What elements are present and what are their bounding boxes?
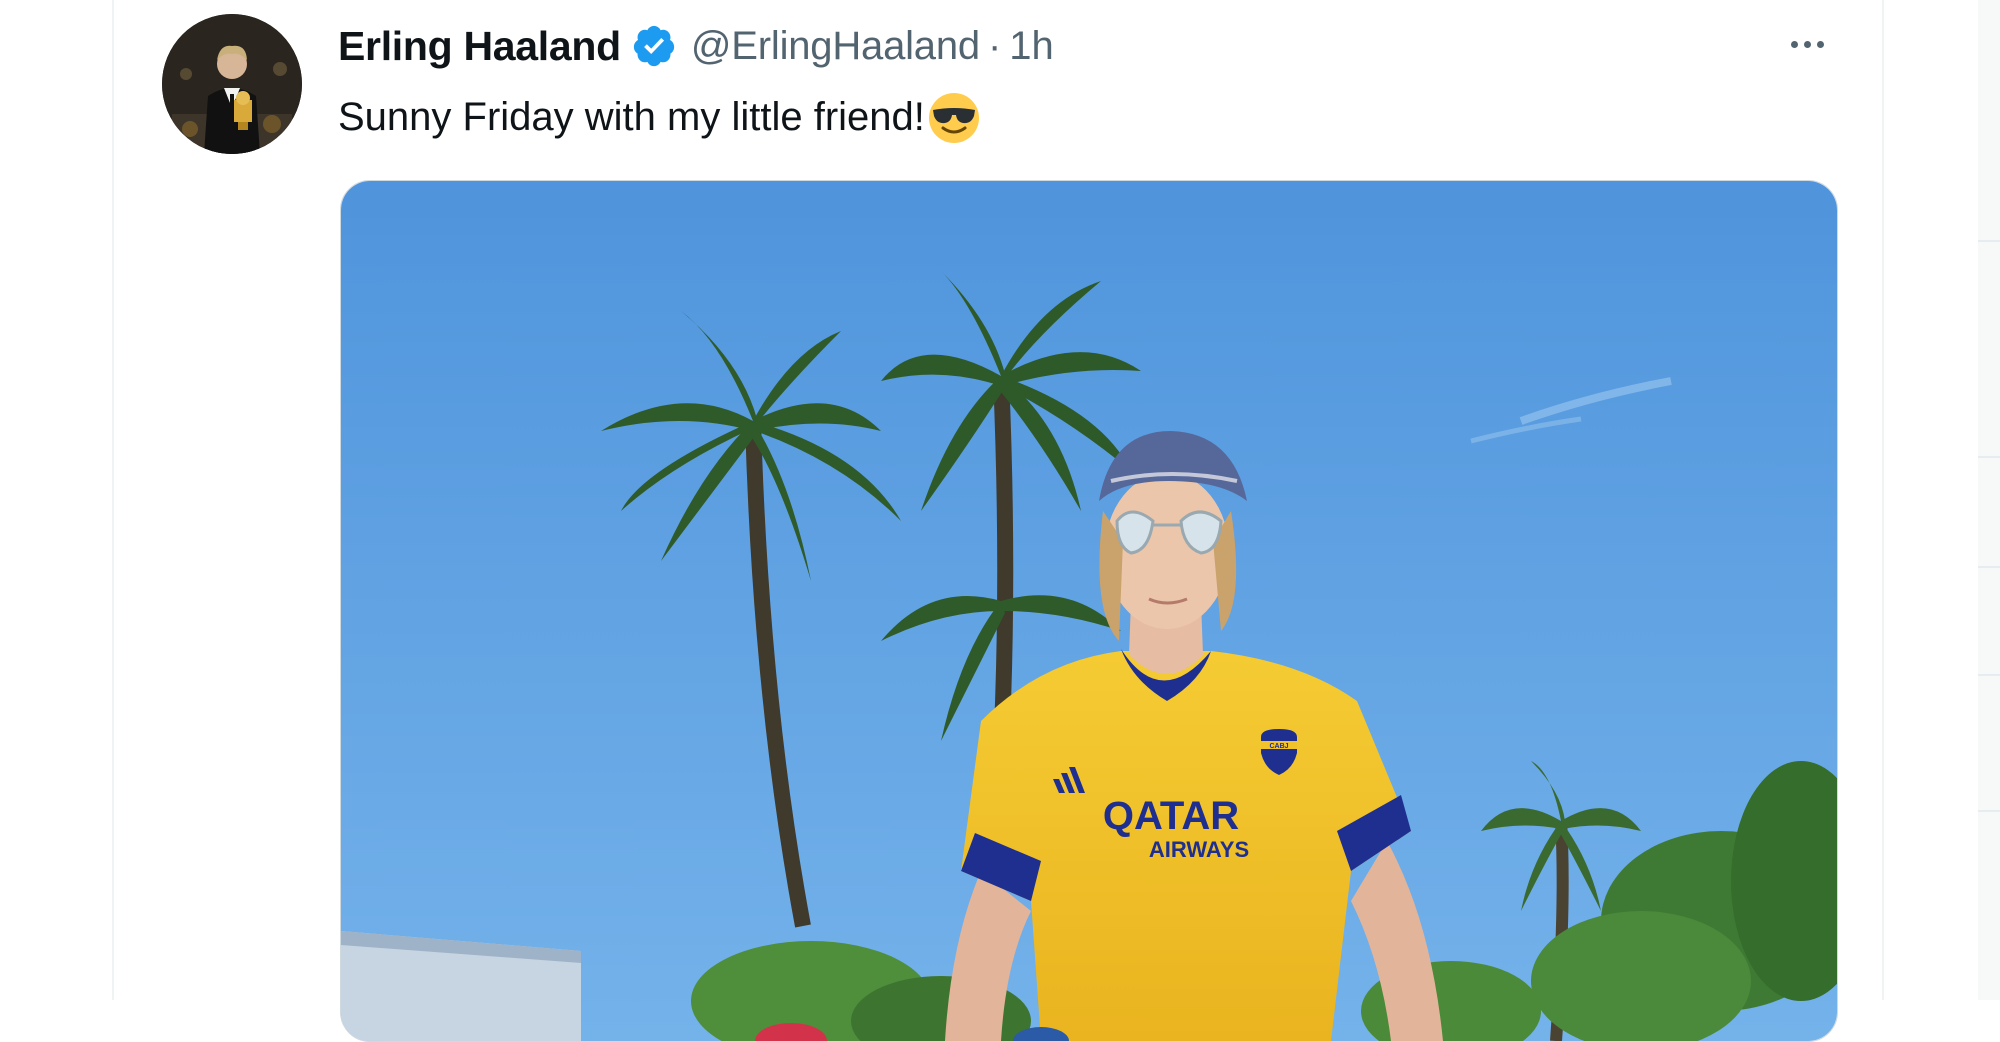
jersey-sponsor-text: QATAR [1103,794,1239,838]
avatar[interactable] [162,14,302,154]
more-options-icon[interactable] [1776,20,1838,68]
tweet[interactable]: Erling Haaland @ErlingHaaland · 1h Sunny… [114,0,1882,1042]
right-column-border [1882,0,1884,1000]
right-sidebar-edge [1978,0,2000,1000]
tweet-photo[interactable]: QATAR AIRWAYS CABJ [340,180,1838,1042]
timestamp[interactable]: 1h [1009,24,1054,69]
tweet-text-container: Sunny Friday with my little friend! [338,90,981,144]
display-name[interactable]: Erling Haaland [338,23,621,70]
verified-badge-icon [631,23,677,69]
avatar-image [162,14,302,154]
user-handle[interactable]: @ErlingHaaland [691,24,980,69]
header-separator: · [987,23,1002,68]
tweet-header: Erling Haaland @ErlingHaaland · 1h [338,18,1054,74]
sunglasses-emoji-icon [927,90,981,144]
tweet-text: Sunny Friday with my little friend! [338,94,925,139]
photo-scene: QATAR AIRWAYS CABJ [341,181,1837,1041]
svg-text:CABJ: CABJ [1269,743,1288,750]
jersey-sponsor-subtext: AIRWAYS [1149,837,1249,862]
